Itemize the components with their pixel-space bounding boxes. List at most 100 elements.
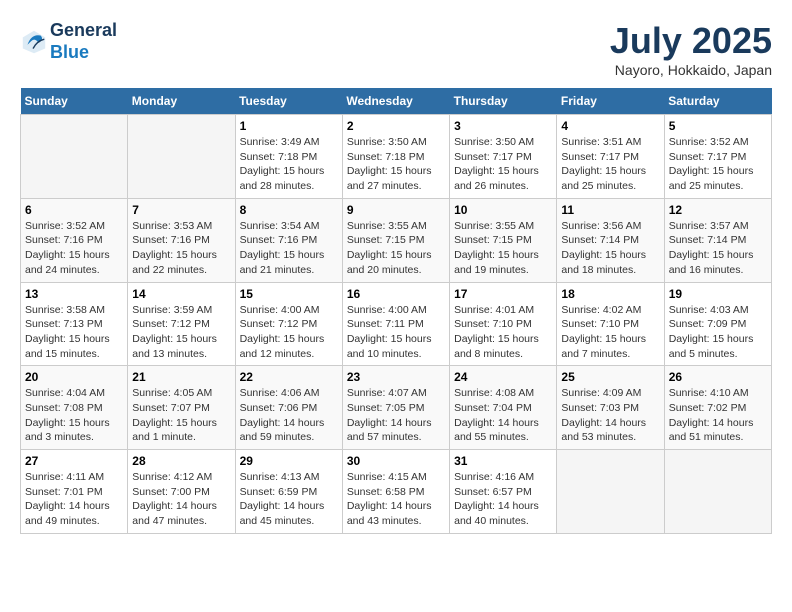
day-number: 30 bbox=[347, 454, 445, 468]
title-block: July 2025 Nayoro, Hokkaido, Japan bbox=[610, 20, 772, 78]
day-number: 25 bbox=[561, 370, 659, 384]
day-info: Sunrise: 4:11 AM Sunset: 7:01 PM Dayligh… bbox=[25, 470, 123, 529]
day-number: 16 bbox=[347, 287, 445, 301]
day-info: Sunrise: 4:07 AM Sunset: 7:05 PM Dayligh… bbox=[347, 386, 445, 445]
page-header: General Blue July 2025 Nayoro, Hokkaido,… bbox=[20, 20, 772, 78]
weekday-header-monday: Monday bbox=[128, 88, 235, 115]
day-info: Sunrise: 4:00 AM Sunset: 7:12 PM Dayligh… bbox=[240, 303, 338, 362]
calendar-cell: 16 Sunrise: 4:00 AM Sunset: 7:11 PM Dayli… bbox=[342, 282, 449, 366]
calendar-cell: 15 Sunrise: 4:00 AM Sunset: 7:12 PM Dayli… bbox=[235, 282, 342, 366]
day-info: Sunrise: 3:56 AM Sunset: 7:14 PM Dayligh… bbox=[561, 219, 659, 278]
weekday-header-thursday: Thursday bbox=[450, 88, 557, 115]
weekday-header-row: SundayMondayTuesdayWednesdayThursdayFrid… bbox=[21, 88, 772, 115]
calendar-cell: 3Sunrise: 3:50 AM Sunset: 7:17 PM Daylig… bbox=[450, 115, 557, 199]
weekday-header-wednesday: Wednesday bbox=[342, 88, 449, 115]
day-number: 8 bbox=[240, 203, 338, 217]
day-number: 13 bbox=[25, 287, 123, 301]
day-number: 20 bbox=[25, 370, 123, 384]
day-info: Sunrise: 4:05 AM Sunset: 7:07 PM Dayligh… bbox=[132, 386, 230, 445]
day-info: Sunrise: 3:59 AM Sunset: 7:12 PM Dayligh… bbox=[132, 303, 230, 362]
calendar-cell: 1 Sunrise: 3:49 AM Sunset: 7:18 PM Daylig… bbox=[235, 115, 342, 199]
calendar-cell: 19 Sunrise: 4:03 AM Sunset: 7:09 PM Dayli… bbox=[664, 282, 771, 366]
calendar-cell: 20 Sunrise: 4:04 AM Sunset: 7:08 PM Dayli… bbox=[21, 366, 128, 450]
day-info: Sunrise: 4:06 AM Sunset: 7:06 PM Dayligh… bbox=[240, 386, 338, 445]
calendar-cell: 21 Sunrise: 4:05 AM Sunset: 7:07 PM Dayli… bbox=[128, 366, 235, 450]
calendar-cell: 28 Sunrise: 4:12 AM Sunset: 7:00 PM Dayli… bbox=[128, 450, 235, 534]
day-info: Sunrise: 4:08 AM Sunset: 7:04 PM Dayligh… bbox=[454, 386, 552, 445]
day-number: 27 bbox=[25, 454, 123, 468]
calendar-cell: 7Sunrise: 3:53 AM Sunset: 7:16 PM Daylig… bbox=[128, 198, 235, 282]
day-info: Sunrise: 4:04 AM Sunset: 7:08 PM Dayligh… bbox=[25, 386, 123, 445]
logo: General Blue bbox=[20, 20, 117, 63]
calendar-cell: 5Sunrise: 3:52 AM Sunset: 7:17 PM Daylig… bbox=[664, 115, 771, 199]
day-info: Sunrise: 3:55 AM Sunset: 7:15 PM Dayligh… bbox=[347, 219, 445, 278]
day-info: Sunrise: 3:53 AM Sunset: 7:16 PM Dayligh… bbox=[132, 219, 230, 278]
calendar-cell: 11 Sunrise: 3:56 AM Sunset: 7:14 PM Dayli… bbox=[557, 198, 664, 282]
day-info: Sunrise: 4:03 AM Sunset: 7:09 PM Dayligh… bbox=[669, 303, 767, 362]
calendar-cell: 30 Sunrise: 4:15 AM Sunset: 6:58 PM Dayli… bbox=[342, 450, 449, 534]
calendar-cell: 18 Sunrise: 4:02 AM Sunset: 7:10 PM Dayli… bbox=[557, 282, 664, 366]
day-number: 14 bbox=[132, 287, 230, 301]
day-info: Sunrise: 4:02 AM Sunset: 7:10 PM Dayligh… bbox=[561, 303, 659, 362]
calendar-cell bbox=[128, 115, 235, 199]
day-number: 19 bbox=[669, 287, 767, 301]
day-info: Sunrise: 3:50 AM Sunset: 7:17 PM Dayligh… bbox=[454, 135, 552, 194]
day-number: 22 bbox=[240, 370, 338, 384]
calendar-cell: 22 Sunrise: 4:06 AM Sunset: 7:06 PM Dayli… bbox=[235, 366, 342, 450]
day-info: Sunrise: 4:10 AM Sunset: 7:02 PM Dayligh… bbox=[669, 386, 767, 445]
calendar-cell: 4Sunrise: 3:51 AM Sunset: 7:17 PM Daylig… bbox=[557, 115, 664, 199]
calendar-cell: 27 Sunrise: 4:11 AM Sunset: 7:01 PM Dayli… bbox=[21, 450, 128, 534]
calendar-cell: 6 Sunrise: 3:52 AM Sunset: 7:16 PM Daylig… bbox=[21, 198, 128, 282]
day-number: 4 bbox=[561, 119, 659, 133]
day-info: Sunrise: 4:12 AM Sunset: 7:00 PM Dayligh… bbox=[132, 470, 230, 529]
day-number: 9 bbox=[347, 203, 445, 217]
weekday-header-tuesday: Tuesday bbox=[235, 88, 342, 115]
calendar-cell: 12 Sunrise: 3:57 AM Sunset: 7:14 PM Dayli… bbox=[664, 198, 771, 282]
calendar-title: July 2025 bbox=[610, 20, 772, 62]
day-number: 17 bbox=[454, 287, 552, 301]
calendar-cell bbox=[21, 115, 128, 199]
day-number: 11 bbox=[561, 203, 659, 217]
weekday-header-sunday: Sunday bbox=[21, 88, 128, 115]
day-number: 6 bbox=[25, 203, 123, 217]
calendar-cell: 8 Sunrise: 3:54 AM Sunset: 7:16 PM Daylig… bbox=[235, 198, 342, 282]
day-info: Sunrise: 4:09 AM Sunset: 7:03 PM Dayligh… bbox=[561, 386, 659, 445]
day-info: Sunrise: 4:00 AM Sunset: 7:11 PM Dayligh… bbox=[347, 303, 445, 362]
calendar-cell bbox=[664, 450, 771, 534]
day-number: 5 bbox=[669, 119, 767, 133]
day-info: Sunrise: 3:57 AM Sunset: 7:14 PM Dayligh… bbox=[669, 219, 767, 278]
logo-blue: Blue bbox=[50, 42, 117, 64]
day-number: 24 bbox=[454, 370, 552, 384]
calendar-cell: 23 Sunrise: 4:07 AM Sunset: 7:05 PM Dayli… bbox=[342, 366, 449, 450]
calendar-week-4: 20 Sunrise: 4:04 AM Sunset: 7:08 PM Dayli… bbox=[21, 366, 772, 450]
calendar-location: Nayoro, Hokkaido, Japan bbox=[610, 62, 772, 78]
calendar-week-3: 13 Sunrise: 3:58 AM Sunset: 7:13 PM Dayli… bbox=[21, 282, 772, 366]
calendar-cell: 25 Sunrise: 4:09 AM Sunset: 7:03 PM Dayli… bbox=[557, 366, 664, 450]
calendar-cell bbox=[557, 450, 664, 534]
calendar-cell: 29Sunrise: 4:13 AM Sunset: 6:59 PM Dayli… bbox=[235, 450, 342, 534]
calendar-table: SundayMondayTuesdayWednesdayThursdayFrid… bbox=[20, 88, 772, 534]
day-number: 1 bbox=[240, 119, 338, 133]
day-info: Sunrise: 3:55 AM Sunset: 7:15 PM Dayligh… bbox=[454, 219, 552, 278]
calendar-cell: 26Sunrise: 4:10 AM Sunset: 7:02 PM Dayli… bbox=[664, 366, 771, 450]
day-info: Sunrise: 3:58 AM Sunset: 7:13 PM Dayligh… bbox=[25, 303, 123, 362]
day-number: 23 bbox=[347, 370, 445, 384]
day-number: 2 bbox=[347, 119, 445, 133]
day-number: 21 bbox=[132, 370, 230, 384]
calendar-cell: 31Sunrise: 4:16 AM Sunset: 6:57 PM Dayli… bbox=[450, 450, 557, 534]
day-info: Sunrise: 4:15 AM Sunset: 6:58 PM Dayligh… bbox=[347, 470, 445, 529]
day-info: Sunrise: 3:50 AM Sunset: 7:18 PM Dayligh… bbox=[347, 135, 445, 194]
day-number: 15 bbox=[240, 287, 338, 301]
day-number: 31 bbox=[454, 454, 552, 468]
logo-icon bbox=[20, 28, 48, 56]
calendar-cell: 10Sunrise: 3:55 AM Sunset: 7:15 PM Dayli… bbox=[450, 198, 557, 282]
day-info: Sunrise: 3:52 AM Sunset: 7:16 PM Dayligh… bbox=[25, 219, 123, 278]
day-number: 18 bbox=[561, 287, 659, 301]
day-info: Sunrise: 3:49 AM Sunset: 7:18 PM Dayligh… bbox=[240, 135, 338, 194]
day-number: 12 bbox=[669, 203, 767, 217]
day-info: Sunrise: 4:13 AM Sunset: 6:59 PM Dayligh… bbox=[240, 470, 338, 529]
day-info: Sunrise: 3:54 AM Sunset: 7:16 PM Dayligh… bbox=[240, 219, 338, 278]
calendar-cell: 14 Sunrise: 3:59 AM Sunset: 7:12 PM Dayli… bbox=[128, 282, 235, 366]
day-number: 28 bbox=[132, 454, 230, 468]
calendar-cell: 24 Sunrise: 4:08 AM Sunset: 7:04 PM Dayli… bbox=[450, 366, 557, 450]
